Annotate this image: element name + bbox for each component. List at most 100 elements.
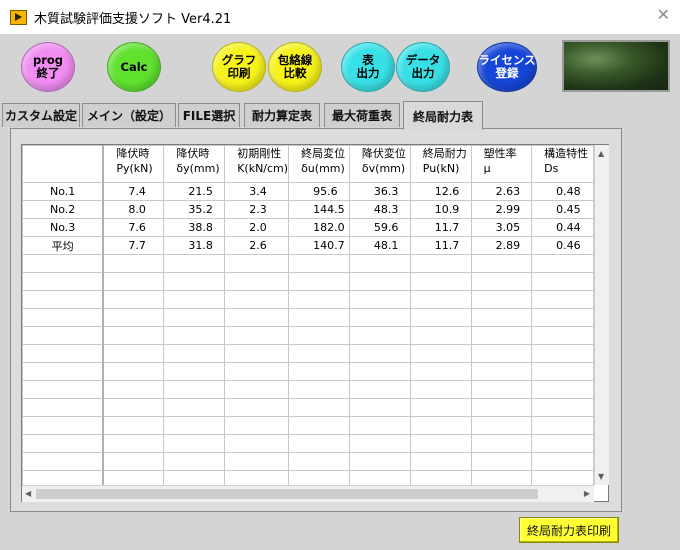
table-cell[interactable] xyxy=(470,362,533,381)
table-cell[interactable] xyxy=(348,416,411,435)
table-cell[interactable] xyxy=(531,290,594,309)
table-cell[interactable] xyxy=(102,452,165,471)
table-cell[interactable] xyxy=(224,344,290,363)
table-cell[interactable] xyxy=(102,416,165,435)
table-cell[interactable] xyxy=(470,326,533,345)
table-cell[interactable] xyxy=(224,308,290,327)
table-cell[interactable] xyxy=(163,398,226,417)
table-cell[interactable] xyxy=(224,452,290,471)
horizontal-scroll-thumb[interactable] xyxy=(36,489,538,499)
table-cell[interactable] xyxy=(409,254,472,273)
table-cell[interactable] xyxy=(163,452,226,471)
table-output-button[interactable]: 表 出力 xyxy=(341,42,395,92)
table-cell[interactable] xyxy=(409,452,472,471)
table-cell[interactable] xyxy=(531,470,594,485)
table-cell[interactable] xyxy=(531,326,594,345)
table-cell[interactable] xyxy=(102,254,165,273)
tab-main-settings[interactable]: メイン（設定） xyxy=(82,103,176,127)
table-cell[interactable] xyxy=(348,398,411,417)
table-cell[interactable]: 36.3 xyxy=(348,182,411,201)
table-cell[interactable] xyxy=(531,380,594,399)
table-cell[interactable]: 48.1 xyxy=(348,236,411,255)
table-cell[interactable] xyxy=(348,344,411,363)
table-cell[interactable]: 48.3 xyxy=(348,200,411,219)
table-cell[interactable] xyxy=(102,380,165,399)
table-cell[interactable] xyxy=(288,398,350,417)
table-cell[interactable] xyxy=(409,434,472,453)
license-register-button[interactable]: ライセンス 登録 xyxy=(477,42,537,92)
table-cell[interactable] xyxy=(409,272,472,291)
table-cell[interactable] xyxy=(470,254,533,273)
table-cell[interactable] xyxy=(531,398,594,417)
table-cell[interactable] xyxy=(409,290,472,309)
envelope-compare-button[interactable]: 包絡線 比較 xyxy=(268,42,322,92)
table-cell[interactable] xyxy=(102,470,165,485)
table-cell[interactable] xyxy=(348,254,411,273)
table-cell[interactable]: 2.0 xyxy=(224,218,290,237)
column-header[interactable]: 終局耐力 Pu(kN) xyxy=(409,145,472,183)
table-cell[interactable] xyxy=(531,362,594,381)
table-cell[interactable] xyxy=(531,452,594,471)
table-cell[interactable] xyxy=(102,344,165,363)
prog-exit-button[interactable]: prog 終了 xyxy=(21,42,75,92)
table-cell[interactable] xyxy=(288,434,350,453)
table-cell[interactable] xyxy=(470,344,533,363)
table-cell[interactable] xyxy=(531,416,594,435)
table-cell[interactable]: 8.0 xyxy=(102,200,165,219)
table-cell[interactable] xyxy=(288,470,350,485)
tab-max-load[interactable]: 最大荷重表 xyxy=(324,103,400,127)
table-cell[interactable]: 21.5 xyxy=(163,182,226,201)
table-cell[interactable] xyxy=(224,254,290,273)
table-cell[interactable] xyxy=(224,362,290,381)
table-cell[interactable] xyxy=(470,452,533,471)
table-cell[interactable] xyxy=(470,434,533,453)
table-cell[interactable]: 38.8 xyxy=(163,218,226,237)
table-cell[interactable] xyxy=(288,254,350,273)
table-cell[interactable]: 12.6 xyxy=(409,182,472,201)
table-cell[interactable]: 2.6 xyxy=(224,236,290,255)
table-cell[interactable] xyxy=(348,290,411,309)
table-cell[interactable] xyxy=(102,434,165,453)
table-cell[interactable] xyxy=(470,416,533,435)
table-cell[interactable] xyxy=(288,344,350,363)
column-header[interactable]: 終局変位 δu(mm) xyxy=(288,145,350,183)
table-cell[interactable] xyxy=(288,308,350,327)
table-cell[interactable] xyxy=(163,470,226,485)
table-cell[interactable] xyxy=(163,362,226,381)
table-cell[interactable] xyxy=(531,308,594,327)
table-cell[interactable] xyxy=(224,380,290,399)
table-cell[interactable] xyxy=(288,362,350,381)
tab-file-select[interactable]: FILE選択 xyxy=(178,103,240,127)
table-cell[interactable] xyxy=(348,452,411,471)
table-cell[interactable]: 7.7 xyxy=(102,236,165,255)
table-cell[interactable] xyxy=(409,344,472,363)
table-cell[interactable] xyxy=(348,434,411,453)
table-cell[interactable] xyxy=(409,362,472,381)
table-cell[interactable] xyxy=(224,434,290,453)
table-cell[interactable] xyxy=(163,290,226,309)
table-cell[interactable] xyxy=(409,326,472,345)
table-cell[interactable] xyxy=(224,290,290,309)
table-cell[interactable]: 7.4 xyxy=(102,182,165,201)
table-cell[interactable]: 31.8 xyxy=(163,236,226,255)
table-cell[interactable]: 10.9 xyxy=(409,200,472,219)
table-cell[interactable]: 3.05 xyxy=(470,218,533,237)
table-cell[interactable] xyxy=(224,398,290,417)
table-cell[interactable] xyxy=(288,326,350,345)
column-header[interactable]: 塑性率 μ xyxy=(470,145,533,183)
table-cell[interactable] xyxy=(348,470,411,485)
table-cell[interactable] xyxy=(163,434,226,453)
scroll-down-icon[interactable]: ▼ xyxy=(598,472,604,481)
horizontal-scrollbar[interactable]: ◀ ▶ xyxy=(22,485,594,502)
table-cell[interactable]: 2.63 xyxy=(470,182,533,201)
table-cell[interactable] xyxy=(288,380,350,399)
table-cell[interactable]: 2.99 xyxy=(470,200,533,219)
table-cell[interactable] xyxy=(531,434,594,453)
table-cell[interactable] xyxy=(102,308,165,327)
table-cell[interactable] xyxy=(470,398,533,417)
table-cell[interactable] xyxy=(409,398,472,417)
table-cell[interactable] xyxy=(531,254,594,273)
table-cell[interactable]: 0.45 xyxy=(531,200,594,219)
table-cell[interactable]: 11.7 xyxy=(409,236,472,255)
table-cell[interactable] xyxy=(470,470,533,485)
